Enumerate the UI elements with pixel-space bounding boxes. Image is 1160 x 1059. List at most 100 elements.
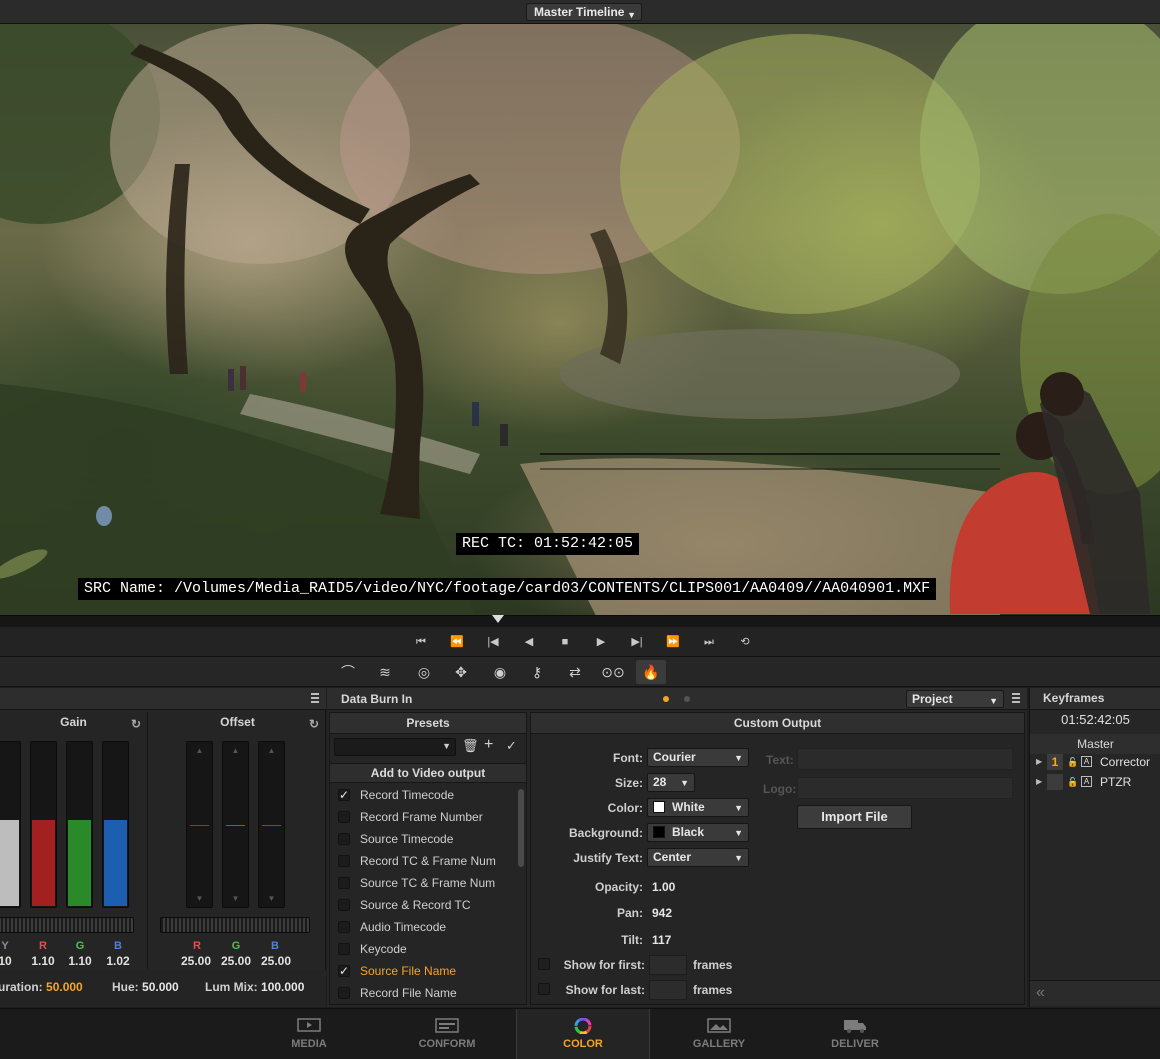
show-last-frames-input[interactable] bbox=[649, 980, 687, 1000]
saturation-control[interactable]: uration: 50.000 bbox=[0, 980, 83, 994]
disclosure-triangle-icon[interactable]: ▶ bbox=[1036, 772, 1042, 792]
nav-tab-media[interactable]: MEDIA bbox=[242, 1009, 376, 1059]
panel-menu-icon[interactable] bbox=[311, 693, 319, 705]
nav-tab-deliver[interactable]: DELIVER bbox=[788, 1009, 922, 1059]
burn-option-checkbox[interactable] bbox=[338, 811, 350, 823]
burn-option[interactable]: ✓ Source File Name bbox=[330, 960, 516, 982]
burn-option[interactable]: ✓ Record Timecode bbox=[330, 784, 516, 806]
import-file-button[interactable]: Import File bbox=[797, 805, 912, 829]
power-window-icon[interactable]: ◎ bbox=[409, 660, 439, 684]
hue-value[interactable]: 50.000 bbox=[142, 980, 179, 994]
justify-select[interactable]: Center ▼ bbox=[647, 848, 749, 867]
next-clip-icon[interactable]: ▶| bbox=[627, 633, 647, 651]
burn-option-checkbox[interactable] bbox=[338, 877, 350, 889]
gain-bar-b[interactable] bbox=[102, 741, 129, 908]
offset-bar-r[interactable]: ▲ ▼ bbox=[186, 741, 213, 908]
qualifier-icon[interactable]: ≋ bbox=[370, 660, 400, 684]
step-back-fast-icon[interactable]: ⏪ bbox=[447, 633, 467, 651]
tilt-value[interactable]: 117 bbox=[652, 933, 671, 947]
double-chevron-left-icon[interactable]: « bbox=[1036, 984, 1045, 1002]
burn-option[interactable]: Record File Name bbox=[330, 982, 516, 1004]
hue-control[interactable]: Hue: 50.000 bbox=[112, 980, 179, 994]
trash-icon[interactable]: 🗑 bbox=[462, 738, 479, 754]
nav-tab-conform[interactable]: CONFORM bbox=[380, 1009, 514, 1059]
data-burn-icon[interactable]: 🔥 bbox=[636, 660, 666, 684]
burn-option-checkbox[interactable] bbox=[338, 855, 350, 867]
plus-icon[interactable]: + bbox=[484, 736, 493, 754]
offset-bar-g[interactable]: ▲ ▼ bbox=[222, 741, 249, 908]
gain-channel-value[interactable]: 1.10 bbox=[60, 954, 100, 968]
offset-channel-value[interactable]: 25.00 bbox=[216, 954, 256, 968]
offset-channel-value[interactable]: 25.00 bbox=[176, 954, 216, 968]
gain-bar-r[interactable] bbox=[30, 741, 57, 908]
sizing-icon[interactable]: ⇄ bbox=[560, 660, 590, 684]
lum-mix-value[interactable]: 100.000 bbox=[261, 980, 304, 994]
offset-master-wheel[interactable] bbox=[160, 917, 310, 933]
offset-bar-b[interactable]: ▲ ▼ bbox=[258, 741, 285, 908]
color-select[interactable]: White ▼ bbox=[647, 798, 749, 817]
burn-option-checkbox[interactable] bbox=[338, 987, 350, 999]
gain-bar-y[interactable] bbox=[0, 741, 21, 908]
size-select[interactable]: 28 ▼ bbox=[647, 773, 695, 792]
burn-option[interactable]: Audio Timecode bbox=[330, 916, 516, 938]
gain-channel-value[interactable]: 1.10 bbox=[0, 954, 20, 968]
burn-option[interactable]: Source TC & Frame Num bbox=[330, 872, 516, 894]
previous-clip-icon[interactable]: |◀ bbox=[483, 633, 503, 651]
blur-icon[interactable]: ◉ bbox=[485, 660, 515, 684]
lock-icon[interactable]: 🔓 bbox=[1067, 752, 1078, 772]
burn-option[interactable]: Record Frame Number bbox=[330, 806, 516, 828]
checkmark-icon[interactable]: ✓ bbox=[506, 738, 517, 754]
tracker-icon[interactable]: ✥ bbox=[446, 660, 476, 684]
video-viewer[interactable]: REC TC: 01:52:42:05 SRC Name: /Volumes/M… bbox=[0, 24, 1160, 615]
lock-icon[interactable]: 🔓 bbox=[1067, 772, 1078, 792]
play-icon[interactable]: ▶ bbox=[591, 633, 611, 651]
auto-keyframe-icon[interactable]: A bbox=[1081, 756, 1092, 767]
fast-forward-icon[interactable]: ⏩ bbox=[663, 633, 683, 651]
burn-option-checkbox[interactable] bbox=[338, 943, 350, 955]
opacity-value[interactable]: 1.00 bbox=[652, 880, 675, 894]
scrub-bar[interactable] bbox=[0, 615, 1160, 627]
saturation-value[interactable]: 50.000 bbox=[46, 980, 83, 994]
timeline-select[interactable]: Master Timeline ▼ bbox=[526, 3, 642, 21]
page-dot[interactable] bbox=[684, 696, 690, 702]
nav-tab-gallery[interactable]: GALLERY bbox=[652, 1009, 786, 1059]
pan-value[interactable]: 942 bbox=[652, 906, 672, 920]
gain-channel-value[interactable]: 1.10 bbox=[23, 954, 63, 968]
list-scrollbar[interactable] bbox=[518, 789, 524, 867]
show-first-frames-input[interactable] bbox=[649, 955, 687, 975]
burn-option-checkbox[interactable] bbox=[338, 921, 350, 933]
skip-to-end-icon[interactable]: ⏭ bbox=[699, 633, 719, 651]
stereo-3d-icon[interactable]: ⊙⊙ bbox=[598, 660, 628, 684]
offset-channel-value[interactable]: 25.00 bbox=[256, 954, 296, 968]
gain-master-wheel[interactable] bbox=[0, 917, 134, 933]
gain-bar-g[interactable] bbox=[66, 741, 93, 908]
lum-mix-control[interactable]: Lum Mix: 100.000 bbox=[205, 980, 304, 994]
curves-icon[interactable]: ⌒ bbox=[333, 660, 363, 684]
playhead-marker[interactable] bbox=[492, 615, 504, 623]
burn-option-checkbox[interactable] bbox=[338, 833, 350, 845]
keyframe-track-row[interactable]: ▶ 1 🔓 A Corrector bbox=[1030, 752, 1160, 772]
loop-icon[interactable]: ⟲ bbox=[735, 633, 755, 651]
burn-option-checkbox[interactable]: ✓ bbox=[338, 789, 350, 801]
key-icon[interactable]: ⚷ bbox=[522, 660, 552, 684]
reset-icon[interactable]: ↻ bbox=[131, 714, 141, 734]
gain-channel-value[interactable]: 1.02 bbox=[98, 954, 138, 968]
skip-to-start-icon[interactable]: ⏮ bbox=[411, 633, 431, 651]
scope-select[interactable]: Project ▼ bbox=[906, 690, 1004, 708]
preset-dropdown[interactable]: ▼ bbox=[334, 738, 456, 756]
background-select[interactable]: Black ▼ bbox=[647, 823, 749, 842]
nav-tab-color[interactable]: COLOR bbox=[516, 1009, 650, 1059]
stop-icon[interactable]: ■ bbox=[555, 633, 575, 651]
burn-option-checkbox[interactable]: ✓ bbox=[338, 965, 350, 977]
burn-option[interactable]: Record TC & Frame Num bbox=[330, 850, 516, 872]
keyframe-track-row[interactable]: ▶ 🔓 A PTZR bbox=[1030, 772, 1160, 792]
burn-option[interactable]: Keycode bbox=[330, 938, 516, 960]
disclosure-triangle-icon[interactable]: ▶ bbox=[1036, 752, 1042, 772]
auto-keyframe-icon[interactable]: A bbox=[1081, 776, 1092, 787]
burn-option-checkbox[interactable] bbox=[338, 899, 350, 911]
page-dot-active[interactable] bbox=[663, 696, 669, 702]
play-reverse-icon[interactable]: ◀ bbox=[519, 633, 539, 651]
font-select[interactable]: Courier ▼ bbox=[647, 748, 749, 767]
burn-option[interactable]: Source Timecode bbox=[330, 828, 516, 850]
panel-menu-icon[interactable] bbox=[1012, 693, 1020, 705]
